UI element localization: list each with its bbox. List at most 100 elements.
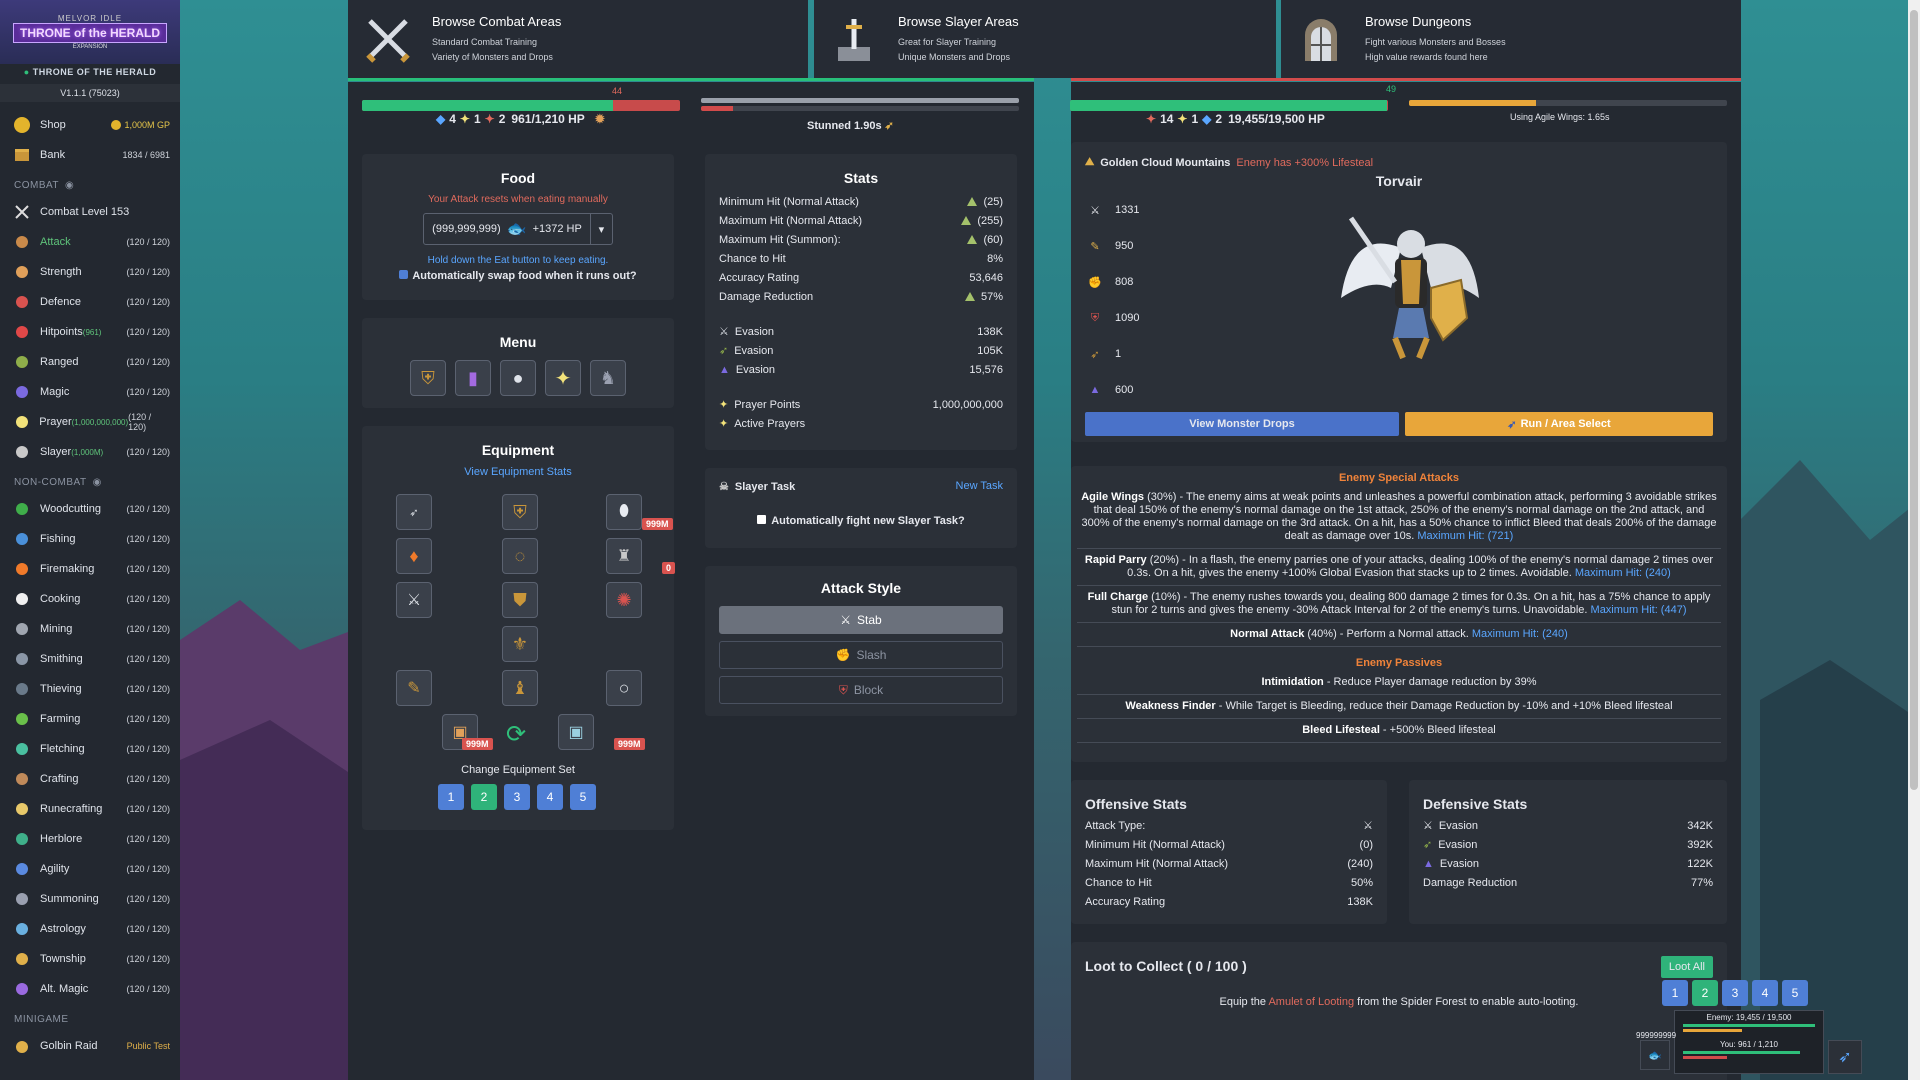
- mountain-icon: ⛰: [1085, 156, 1095, 168]
- sidebar-item-shop[interactable]: Shop 1,000M GP: [0, 110, 180, 140]
- sidebar-item-runecrafting[interactable]: Runecrafting (120 / 120): [0, 794, 180, 824]
- spellbook-icon: ▮: [468, 367, 478, 388]
- sidebar-item-summoning[interactable]: Summoning (120 / 120): [0, 884, 180, 914]
- equipment-menu-button[interactable]: ⛨: [410, 360, 446, 396]
- prayer-menu-button[interactable]: ●: [500, 360, 536, 396]
- tab-dungeons[interactable]: Browse Dungeons Fight various Monsters an…: [1281, 0, 1741, 78]
- attack-style-block[interactable]: ⛨ Block: [719, 676, 1003, 704]
- eat-food-button[interactable]: (999,999,999) 🐟 +1372 HP ▾: [423, 213, 613, 245]
- player-attack-bar: [701, 98, 1019, 103]
- sidebar-item-mining[interactable]: Mining (120 / 120): [0, 614, 180, 644]
- crossed-swords-icon: [366, 19, 410, 63]
- cape-icon: ♦: [409, 545, 419, 566]
- sidebar-item-fishing[interactable]: Fishing (120 / 120): [0, 524, 180, 554]
- sidebar-item-defence[interactable]: Defence (120 / 120): [0, 287, 180, 317]
- sidebar-label: Prayer(1,000,000,000): [39, 416, 129, 428]
- sword-icon: ⚔: [406, 592, 422, 609]
- view-monster-drops-button[interactable]: View Monster Drops: [1085, 412, 1399, 436]
- equip-slot-summon-2[interactable]: ▣: [558, 714, 594, 750]
- game-logo[interactable]: MELVOR IDLE THRONE of the HERALD EXPANSI…: [0, 0, 180, 64]
- sidebar-item-firemaking[interactable]: Firemaking (120 / 120): [0, 554, 180, 584]
- sidebar-item-attack[interactable]: Attack (120 / 120): [0, 227, 180, 257]
- mini-set-button-4[interactable]: 4: [1752, 980, 1778, 1006]
- sidebar-item-hitpoints[interactable]: Hitpoints(961) (120 / 120): [0, 317, 180, 347]
- equip-slot-boots[interactable]: ♝: [502, 670, 538, 706]
- mini-set-button-1[interactable]: 1: [1662, 980, 1688, 1006]
- sidebar-item-astrology[interactable]: Astrology (120 / 120): [0, 914, 180, 944]
- loot-hint: Equip the Amulet of Looting from the Spi…: [1219, 996, 1579, 1008]
- sidebar-item-fletching[interactable]: Fletching (120 / 120): [0, 734, 180, 764]
- sidebar-item-prayer[interactable]: Prayer(1,000,000,000) (120 / 120): [0, 407, 180, 437]
- sidebar-item-herblore[interactable]: Herblore (120 / 120): [0, 824, 180, 854]
- mini-set-button-2[interactable]: 2: [1692, 980, 1718, 1006]
- page-scrollbar[interactable]: [1908, 0, 1920, 1080]
- helmet-icon: ⛨: [421, 367, 435, 388]
- section-combat[interactable]: COMBAT ◉: [0, 170, 180, 197]
- mini-set-button-3[interactable]: 3: [1722, 980, 1748, 1006]
- attack-style-stab[interactable]: ⚔ Stab: [719, 606, 1003, 634]
- sidebar-item-magic[interactable]: Magic (120 / 120): [0, 377, 180, 407]
- equipment-set-button-5[interactable]: 5: [570, 784, 596, 810]
- run-icon: ➶: [1838, 1049, 1852, 1066]
- sidebar-item-woodcutting[interactable]: Woodcutting (120 / 120): [0, 494, 180, 524]
- sidebar-item-agility[interactable]: Agility (120 / 120): [0, 854, 180, 884]
- eye-icon[interactable]: ◉: [93, 477, 102, 488]
- sidebar-label: Summoning: [40, 893, 99, 905]
- section-noncombat[interactable]: NON-COMBAT ◉: [0, 467, 180, 494]
- swap-food-checkbox-row[interactable]: Automatically swap food when it runs out…: [362, 270, 674, 282]
- auto-slayer-checkbox-row[interactable]: Automatically fight new Slayer Task?: [719, 515, 1003, 527]
- summoning-menu-button[interactable]: ♞: [590, 360, 626, 396]
- sidebar-item-smithing[interactable]: Smithing (120 / 120): [0, 644, 180, 674]
- equip-slot-gloves[interactable]: ✎: [396, 670, 432, 706]
- sidebar-item-golbin-raid[interactable]: Golbin Raid Public Test: [0, 1031, 180, 1061]
- food-dropdown-chevron-icon[interactable]: ▾: [589, 214, 612, 244]
- star-menu-button[interactable]: ✦: [545, 360, 581, 396]
- equip-slot-weapon[interactable]: ⚔: [396, 582, 432, 618]
- synergy-refresh-icon[interactable]: ⟳: [506, 720, 526, 749]
- eye-icon[interactable]: ◉: [65, 180, 74, 191]
- amulet-of-looting-link[interactable]: Amulet of Looting: [1268, 996, 1354, 1008]
- sidebar-item-combat-level[interactable]: Combat Level 153: [0, 197, 180, 227]
- run-area-select-button[interactable]: ➶ Run / Area Select: [1405, 412, 1713, 436]
- tab-slayer-areas[interactable]: Browse Slayer Areas Great for Slayer Trai…: [814, 0, 1276, 78]
- equipment-set-button-2[interactable]: 2: [471, 784, 497, 810]
- sidebar-item-ranged[interactable]: Ranged (120 / 120): [0, 347, 180, 377]
- loot-all-button[interactable]: Loot All: [1660, 956, 1713, 978]
- mini-food-button[interactable]: 🐟: [1640, 1040, 1670, 1070]
- sidebar-label: Strength: [40, 266, 82, 278]
- sidebar-label: Crafting: [40, 773, 79, 785]
- auto-slayer-checkbox[interactable]: [757, 515, 767, 524]
- equipment-set-button-1[interactable]: 1: [438, 784, 464, 810]
- sidebar-item-cooking[interactable]: Cooking (120 / 120): [0, 584, 180, 614]
- equipment-panel: Equipment View Equipment Stats ➶ ⛨ ⬮ 999…: [362, 426, 676, 830]
- equipment-set-button-3[interactable]: 3: [504, 784, 530, 810]
- equip-slot-gem[interactable]: ⬮: [606, 494, 642, 530]
- tab-combat-areas[interactable]: Browse Combat Areas Standard Combat Train…: [348, 0, 808, 78]
- equip-slot-body[interactable]: ⛊: [502, 582, 538, 618]
- sidebar-item-slayer[interactable]: Slayer(1,000M) (120 / 120): [0, 437, 180, 467]
- equip-slot-legs[interactable]: ⚜: [502, 626, 538, 662]
- sidebar-item-strength[interactable]: Strength (120 / 120): [0, 257, 180, 287]
- equip-slot-shield[interactable]: ✺: [606, 582, 642, 618]
- sidebar-item-farming[interactable]: Farming (120 / 120): [0, 704, 180, 734]
- swap-food-checkbox[interactable]: [399, 270, 409, 279]
- equip-slot-amulet[interactable]: ◌: [502, 538, 538, 574]
- sidebar-item-bank[interactable]: Bank 1834 / 6981: [0, 140, 180, 170]
- equip-slot-ring[interactable]: ○: [606, 670, 642, 706]
- attack-style-slash[interactable]: ✊ Slash: [719, 641, 1003, 669]
- sidebar-item-crafting[interactable]: Crafting (120 / 120): [0, 764, 180, 794]
- equip-slot-helmet[interactable]: ⛨: [502, 494, 538, 530]
- equip-slot-cape[interactable]: ♦: [396, 538, 432, 574]
- mini-run-button[interactable]: ➶: [1828, 1040, 1862, 1074]
- sidebar-item-township[interactable]: Township (120 / 120): [0, 944, 180, 974]
- sidebar-item-alt-magic[interactable]: Alt. Magic (120 / 120): [0, 974, 180, 1004]
- new-slayer-task-link[interactable]: New Task: [956, 480, 1003, 493]
- scrollbar-thumb[interactable]: [1910, 10, 1918, 790]
- equipment-set-button-4[interactable]: 4: [537, 784, 563, 810]
- equip-slot-consumable[interactable]: ♜: [606, 538, 642, 574]
- mini-set-button-5[interactable]: 5: [1782, 980, 1808, 1006]
- spellbook-menu-button[interactable]: ▮: [455, 360, 491, 396]
- view-equipment-stats-link[interactable]: View Equipment Stats: [362, 466, 674, 478]
- sidebar-item-thieving[interactable]: Thieving (120 / 120): [0, 674, 180, 704]
- equip-slot-quiver[interactable]: ➶: [396, 494, 432, 530]
